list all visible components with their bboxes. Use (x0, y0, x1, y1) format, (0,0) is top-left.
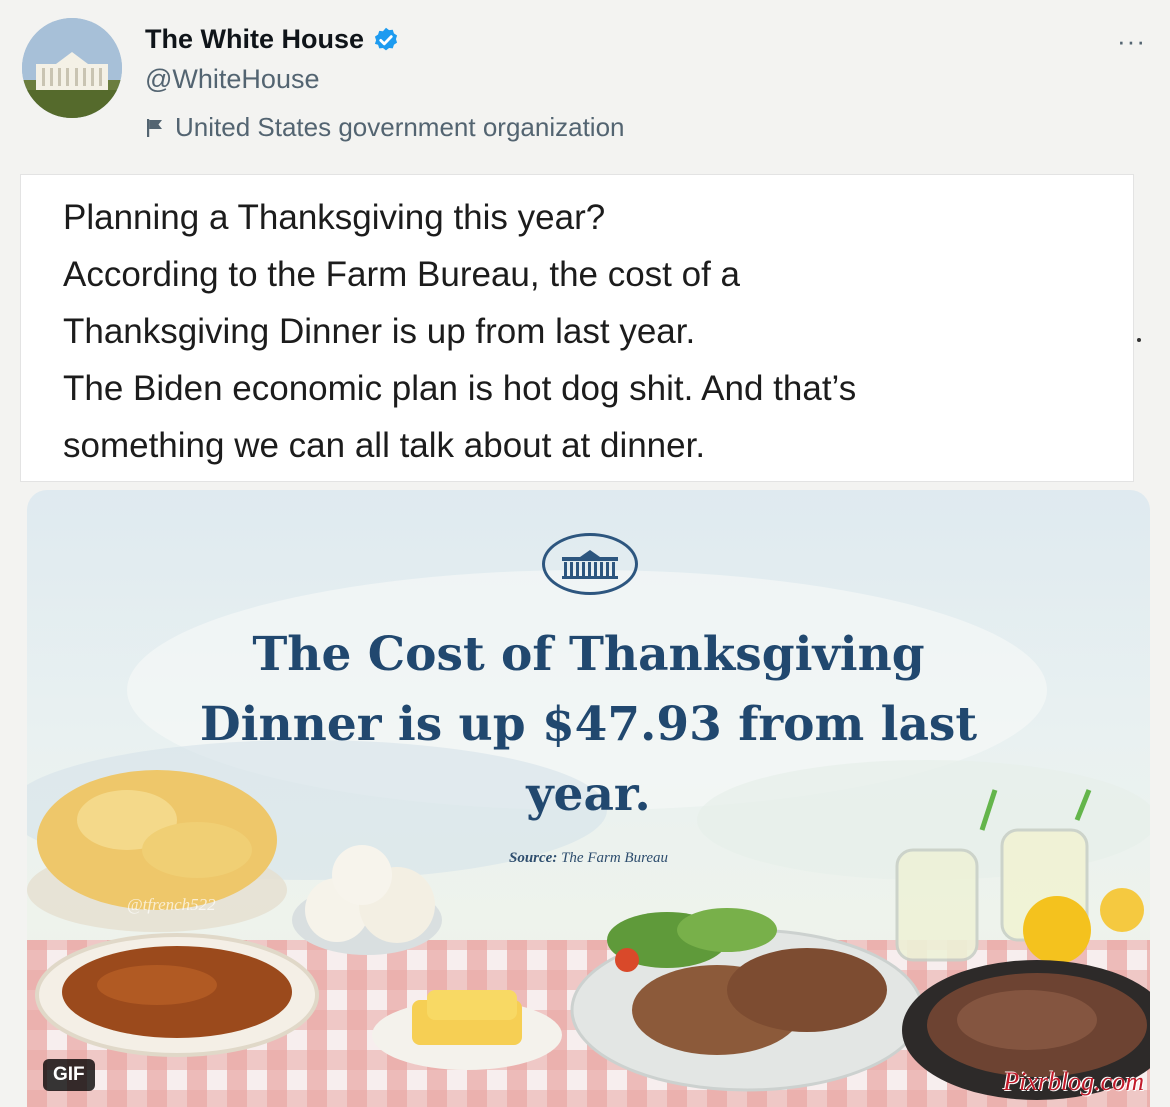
tweet-text-box: Planning a Thanksgiving this year? Accor… (20, 174, 1134, 482)
headline-line: Dinner is up $47.93 from last (199, 697, 978, 752)
tweet-text-line: The Biden economic plan is hot dog shit.… (63, 369, 857, 408)
source-value: The Farm Bureau (561, 850, 669, 866)
tweet-text-line: something we can all talk about at dinne… (63, 426, 706, 465)
affiliation-text: United States government organization (175, 112, 625, 142)
stray-dot (1137, 338, 1141, 342)
media-gif[interactable]: The Cost of Thanksgiving Dinner is up $4… (27, 490, 1150, 1107)
flag-icon (147, 118, 162, 137)
user-handle[interactable]: @WhiteHouse (145, 64, 319, 95)
tweet-text-line: Planning a Thanksgiving this year? (63, 198, 606, 237)
handle-watermark: @tfrench522 (127, 895, 216, 914)
source-label: Source: (508, 850, 558, 866)
affiliation-label: United States government organization (145, 112, 625, 143)
gif-headline: The Cost of Thanksgiving Dinner is up $4… (27, 620, 1150, 830)
headline-line: year. (526, 767, 651, 822)
more-options-icon[interactable]: ··· (1117, 26, 1146, 57)
gif-source: Source: The Farm Bureau (27, 850, 1150, 867)
site-watermark: Pixrblog.com (1003, 1067, 1144, 1096)
tweet-text-line: Thanksgiving Dinner is up from last year… (63, 312, 696, 351)
verified-badge-icon (374, 27, 398, 50)
profile-avatar[interactable] (22, 18, 122, 118)
gif-badge[interactable]: GIF (43, 1059, 95, 1091)
tweet-text-line: According to the Farm Bureau, the cost o… (63, 255, 741, 294)
headline-line: The Cost of Thanksgiving (252, 627, 925, 682)
display-name[interactable]: The White House (145, 24, 364, 55)
author-name-row[interactable]: The White House (145, 24, 400, 55)
white-house-seal-icon (542, 533, 638, 595)
white-house-avatar-image (22, 18, 122, 118)
white-house-building-icon (562, 550, 618, 579)
